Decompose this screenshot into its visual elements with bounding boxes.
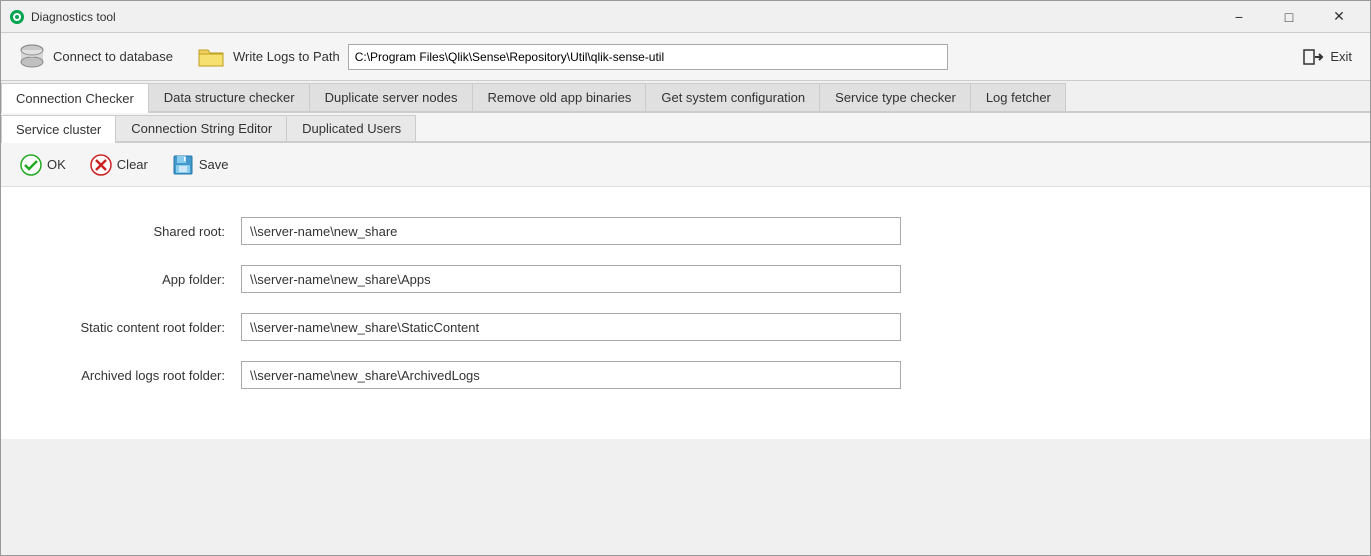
title-bar-controls: − □ ✕ bbox=[1216, 1, 1362, 33]
exit-icon bbox=[1302, 46, 1324, 68]
maximize-button[interactable]: □ bbox=[1266, 1, 1312, 33]
clear-button[interactable]: Clear bbox=[79, 149, 159, 181]
tab-log-fetcher[interactable]: Log fetcher bbox=[971, 83, 1066, 111]
clear-icon bbox=[90, 154, 112, 176]
tab-get-system-configuration[interactable]: Get system configuration bbox=[646, 83, 820, 111]
save-button[interactable]: Save bbox=[161, 149, 240, 181]
shared-root-row: Shared root: bbox=[41, 217, 1330, 245]
tab-service-type-checker[interactable]: Service type checker bbox=[820, 83, 971, 111]
clear-label: Clear bbox=[117, 157, 148, 172]
app-folder-label: App folder: bbox=[41, 272, 241, 287]
tab-bar-1: Connection Checker Data structure checke… bbox=[1, 81, 1370, 113]
tab-duplicate-server-nodes[interactable]: Duplicate server nodes bbox=[310, 83, 473, 111]
ok-button[interactable]: OK bbox=[9, 149, 77, 181]
static-content-label: Static content root folder: bbox=[41, 320, 241, 335]
toolbar: Connect to database Write Logs to Path E… bbox=[1, 33, 1370, 81]
main-content: Shared root: App folder: Static content … bbox=[1, 187, 1370, 439]
window-title: Diagnostics tool bbox=[31, 10, 116, 24]
tab-duplicated-users[interactable]: Duplicated Users bbox=[287, 115, 416, 141]
tab-bar-2: Service cluster Connection String Editor… bbox=[1, 113, 1370, 143]
shared-root-input[interactable] bbox=[241, 217, 901, 245]
database-icon bbox=[17, 42, 47, 72]
title-bar-left: Diagnostics tool bbox=[9, 9, 116, 25]
save-label: Save bbox=[199, 157, 229, 172]
app-folder-row: App folder: bbox=[41, 265, 1330, 293]
action-toolbar: OK Clear Save bbox=[1, 143, 1370, 187]
app-folder-input[interactable] bbox=[241, 265, 901, 293]
app-icon bbox=[9, 9, 25, 25]
tab-data-structure-checker[interactable]: Data structure checker bbox=[149, 83, 310, 111]
archived-logs-input[interactable] bbox=[241, 361, 901, 389]
static-content-input[interactable] bbox=[241, 313, 901, 341]
write-logs-section: Write Logs to Path bbox=[197, 44, 1276, 70]
ok-icon bbox=[20, 154, 42, 176]
tab-remove-old-app-binaries[interactable]: Remove old app binaries bbox=[473, 83, 647, 111]
title-bar: Diagnostics tool − □ ✕ bbox=[1, 1, 1370, 33]
close-button[interactable]: ✕ bbox=[1316, 1, 1362, 33]
write-logs-label: Write Logs to Path bbox=[233, 49, 340, 64]
folder-icon bbox=[197, 46, 225, 68]
tab-connection-string-editor[interactable]: Connection String Editor bbox=[116, 115, 287, 141]
tab-service-cluster[interactable]: Service cluster bbox=[1, 115, 116, 143]
tab-connection-checker[interactable]: Connection Checker bbox=[1, 83, 149, 113]
exit-label: Exit bbox=[1330, 49, 1352, 64]
connect-to-database-button[interactable]: Connect to database bbox=[9, 38, 181, 76]
archived-logs-label: Archived logs root folder: bbox=[41, 368, 241, 383]
ok-label: OK bbox=[47, 157, 66, 172]
connect-label: Connect to database bbox=[53, 49, 173, 64]
shared-root-label: Shared root: bbox=[41, 224, 241, 239]
write-logs-path-input[interactable] bbox=[348, 44, 948, 70]
minimize-button[interactable]: − bbox=[1216, 1, 1262, 33]
exit-button[interactable]: Exit bbox=[1292, 42, 1362, 72]
save-icon bbox=[172, 154, 194, 176]
static-content-row: Static content root folder: bbox=[41, 313, 1330, 341]
archived-logs-row: Archived logs root folder: bbox=[41, 361, 1330, 389]
